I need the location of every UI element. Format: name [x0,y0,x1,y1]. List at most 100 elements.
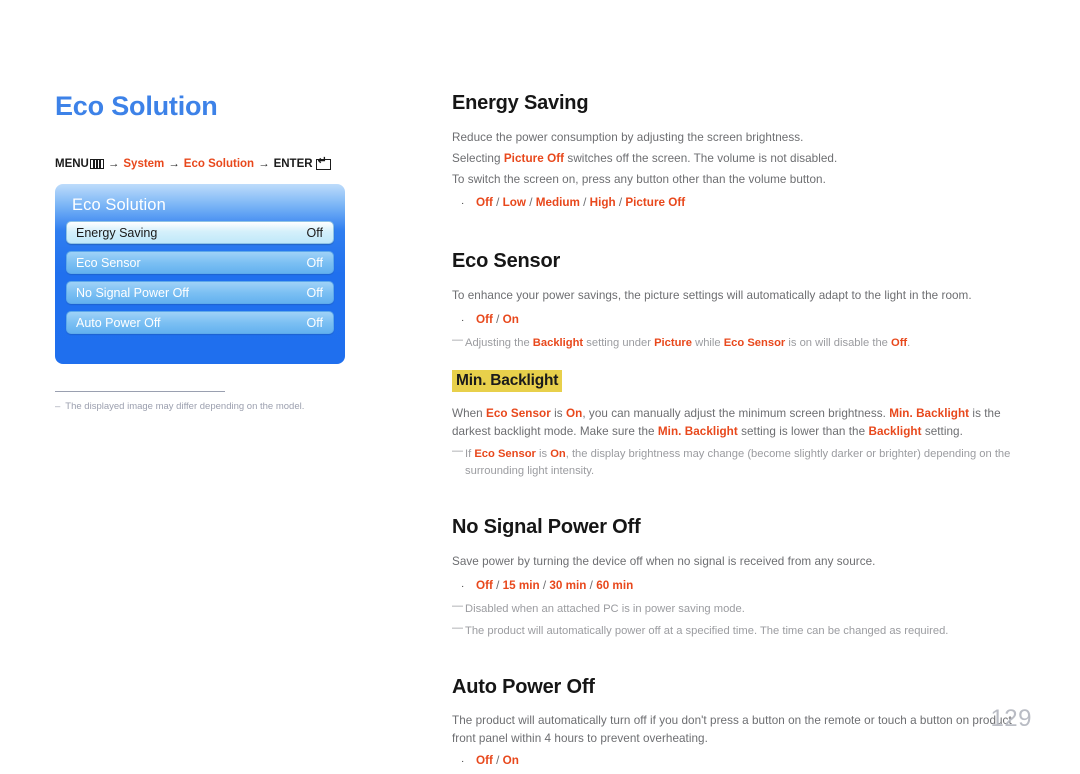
term-min-backlight: Min. Backlight [657,425,738,439]
energy-saving-line-1: Reduce the power consumption by adjustin… [452,131,804,144]
bullet-dot-icon: · [461,198,465,210]
min-backlight-note: — If Eco Sensor is On, the display brigh… [452,446,1032,480]
osd-menu-panel: Eco Solution Energy Saving Off Eco Senso… [55,184,345,365]
section-heading-auto-power-off: Auto Power Off [452,675,595,698]
osd-row-label: Energy Saving [76,225,158,240]
auto-power-off-options: · Off / On [452,752,1032,772]
osd-row-value: Off [306,285,323,300]
auto-power-off-options-text: Off / On [476,752,1032,771]
text-fragment: When [452,407,487,421]
option-off: Off [476,578,493,592]
text-fragment: Selecting [452,151,504,165]
term-eco-sensor: Eco Sensor [474,448,536,461]
eco-sensor-options: · Off / On [452,311,1032,331]
osd-row-auto-power-off[interactable]: Auto Power Off Off [66,311,334,335]
osd-row-eco-sensor[interactable]: Eco Sensor Off [66,251,334,275]
section-heading-eco-sensor: Eco Sensor [452,249,561,272]
option-30-min: 30 min [549,578,587,592]
section-heading-min-backlight: Min. Backlight [452,370,563,393]
option-low: Low [502,196,526,210]
breadcrumb-arrow-3: → [258,158,270,171]
note-dash-icon: — [452,334,463,347]
breadcrumb-item-eco-solution: Eco Solution [183,158,255,171]
term-on: On [550,448,566,461]
no-signal-note-1: — Disabled when an attached PC is in pow… [452,601,1032,618]
eco-sensor-line-1: To enhance your power savings, the pictu… [452,288,972,302]
text-fragment: is on will disable the [785,337,891,350]
page-number: 129 [990,705,1032,732]
option-on: On [502,312,519,326]
breadcrumb: MENU → System → Eco Solution → ENTER [55,156,415,171]
min-backlight-paragraph: When Eco Sensor is On, you can manually … [452,405,1032,441]
osd-row-energy-saving[interactable]: Energy Saving Off [66,221,334,245]
term-eco-sensor: Eco Sensor [486,407,551,421]
option-separator: / [586,578,597,592]
term-on: On [565,407,583,421]
bullet-dot-icon: · [461,756,465,768]
menu-grid-icon [89,159,104,170]
text-fragment: switches off the screen. The volume is n… [564,151,838,165]
text-fragment: setting under [583,337,655,350]
text-fragment: Adjusting the [465,337,533,350]
option-high: High [589,196,616,210]
text-fragment: . [907,337,911,350]
no-signal-options-text: Off / 15 min / 30 min / 60 min [476,577,1032,596]
option-separator: / [492,754,503,768]
eco-sensor-options-text: Off / On [476,311,1032,330]
text-fragment: , you can manually adjust the minimum sc… [582,407,890,421]
option-off: Off [476,754,493,768]
auto-power-off-paragraph: The product will automatically turn off … [452,713,1012,746]
osd-panel-title: Eco Solution [72,196,166,215]
osd-row-value: Off [306,315,323,330]
option-60-min: 60 min [596,578,634,592]
min-backlight-note-text: If Eco Sensor is On, the display brightn… [465,446,1032,480]
option-medium: Medium [535,196,580,210]
osd-row-label: Auto Power Off [76,315,161,330]
text-fragment: If [465,448,475,461]
bullet-dot-icon: · [461,314,465,326]
energy-saving-options-text: Off / Low / Medium / High / Picture Off [476,194,1032,213]
text-fragment: is [535,448,551,461]
term-eco-sensor: Eco Sensor [723,337,786,350]
note-dash-icon: — [452,600,463,613]
energy-saving-options: · Off / Low / Medium / High / Picture Of… [452,194,1032,214]
footnote-divider [55,391,225,393]
term-picture-off: Picture Off [503,151,565,165]
right-column: Energy Saving Reduce the power consumpti… [452,92,1032,774]
footnote-dash: – [55,401,61,413]
option-off: Off [476,312,493,326]
footnote-text: The displayed image may differ depending… [65,401,305,413]
term-min-backlight: Min. Backlight [889,407,970,421]
text-fragment: setting is lower than the [737,425,869,439]
breadcrumb-item-system: System [123,158,165,171]
no-signal-options: · Off / 15 min / 30 min / 60 min [452,577,1032,597]
bullet-dot-icon: · [461,580,465,592]
breadcrumb-enter-label: ENTER [273,158,313,171]
osd-row-value: Off [306,225,323,240]
osd-row-label: No Signal Power Off [76,285,190,300]
osd-row-no-signal-power-off[interactable]: No Signal Power Off Off [66,281,334,305]
no-signal-note-2-text: The product will automatically power off… [465,625,949,638]
energy-saving-line-2: Selecting Picture Off switches off the s… [452,149,1032,170]
option-separator: / [492,196,503,210]
left-footnote: – The displayed image may differ dependi… [55,400,415,413]
option-picture-off: Picture Off [625,196,686,210]
option-separator: / [615,196,626,210]
option-separator: / [579,196,590,210]
option-separator: / [539,578,550,592]
no-signal-note-2: — The product will automatically power o… [452,623,1032,640]
enter-return-icon [315,156,331,170]
term-off: Off [891,337,908,350]
osd-row-label: Eco Sensor [76,255,141,270]
option-15-min: 15 min [502,578,540,592]
breadcrumb-arrow-1: → [107,158,120,171]
breadcrumb-arrow-2: → [168,158,180,171]
no-signal-line-1: Save power by turning the device off whe… [452,555,876,568]
option-separator: / [492,312,503,326]
option-separator: / [526,196,536,210]
note-dash-icon: — [452,622,463,635]
text-fragment: is [550,407,566,421]
term-picture: Picture [654,337,692,350]
left-column: Eco Solution MENU → System → Eco Solutio… [55,92,415,414]
section-heading-energy-saving: Energy Saving [452,92,589,114]
